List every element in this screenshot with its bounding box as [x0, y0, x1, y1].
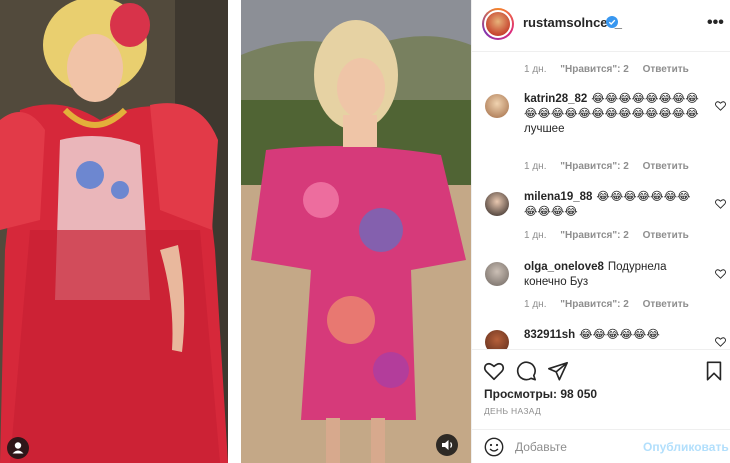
comment-username[interactable]: katrin28_82	[524, 93, 587, 105]
paper-plane-icon[interactable]	[547, 360, 569, 382]
more-horizontal-icon[interactable]: •••	[707, 14, 724, 32]
comment-username[interactable]: milena19_88	[524, 191, 592, 203]
comment-likes[interactable]: "Нравится": 2	[560, 64, 629, 75]
avatar[interactable]	[485, 192, 509, 216]
speaker-icon	[442, 440, 453, 450]
add-comment-bar: Опубликовать	[472, 429, 730, 463]
avatar[interactable]	[485, 330, 509, 349]
user-tag-button[interactable]	[7, 437, 29, 459]
comment-username[interactable]: olga_onelove8	[524, 261, 604, 273]
comment-text: 832911sh 😂😂😂😂😂😂	[524, 328, 702, 343]
comment-text: katrin28_82 😂😂😂😂😂😂😂😂😂😂😂😂😂😂😂😂😂😂😂😂😂 лучшее	[524, 92, 702, 137]
publish-button[interactable]: Опубликовать	[643, 440, 729, 454]
like-comment-heart-icon[interactable]	[715, 199, 726, 209]
post-media[interactable]	[0, 0, 471, 463]
avatar[interactable]	[485, 262, 509, 286]
comment-time: 1 дн.	[524, 161, 547, 172]
avatar[interactable]	[485, 94, 509, 118]
heart-icon[interactable]	[483, 360, 505, 382]
like-comment-heart-icon[interactable]	[715, 269, 726, 279]
comment-meta: 1 дн. "Нравится": 2 Ответить	[524, 299, 700, 310]
author-avatar[interactable]	[482, 8, 514, 40]
comment-meta: 1 дн. "Нравится": 2 Ответить	[524, 64, 700, 75]
comment-time: 1 дн.	[524, 299, 547, 310]
verified-badge-icon	[606, 16, 618, 28]
post-side-panel: rustamsolncev_ ••• 1 дн. "Нравится": 2 О…	[471, 0, 730, 463]
reply-button[interactable]: Ответить	[643, 64, 689, 75]
reply-button[interactable]: Ответить	[643, 299, 689, 310]
like-comment-heart-icon[interactable]	[715, 337, 726, 347]
photo-right-floral-dress	[241, 0, 471, 463]
comment-likes[interactable]: "Нравится": 2	[560, 230, 629, 241]
smiley-icon[interactable]	[484, 437, 504, 457]
comment-meta: 1 дн. "Нравится": 2 Ответить	[524, 230, 700, 241]
comment-time: 1 дн.	[524, 64, 547, 75]
comment-likes[interactable]: "Нравится": 2	[560, 299, 629, 310]
user-tag-icon	[12, 442, 24, 454]
post-date[interactable]: ДЕНЬ НАЗАД	[484, 406, 541, 416]
like-comment-heart-icon[interactable]	[715, 101, 726, 111]
media-divider	[228, 0, 241, 463]
comment-likes[interactable]: "Нравится": 2	[560, 161, 629, 172]
post-actions: Просмотры: 98 050 ДЕНЬ НАЗАД	[472, 349, 730, 429]
photo-left-red-dress	[0, 0, 228, 463]
comment-meta: 1 дн. "Нравится": 2 Ответить	[524, 161, 700, 172]
comment-bubble-icon[interactable]	[515, 360, 537, 382]
comment-username[interactable]: 832911sh	[524, 329, 575, 341]
comment-body: 😂😂😂😂😂😂	[579, 329, 660, 341]
post-header: rustamsolncev_ •••	[472, 0, 730, 52]
comment-text: milena19_88 😂😂😂😂😂😂😂😂😂😂😂	[524, 190, 702, 220]
comment-time: 1 дн.	[524, 230, 547, 241]
view-count[interactable]: Просмотры: 98 050	[484, 387, 597, 401]
comments-list: 1 дн. "Нравится": 2 Ответить katrin28_82…	[472, 52, 730, 349]
reply-button[interactable]: Ответить	[643, 230, 689, 241]
bookmark-icon[interactable]	[703, 360, 725, 382]
sound-toggle-button[interactable]	[436, 434, 458, 456]
comment-text: olga_onelove8 Подурнела конечно Буз	[524, 260, 702, 290]
reply-button[interactable]: Ответить	[643, 161, 689, 172]
